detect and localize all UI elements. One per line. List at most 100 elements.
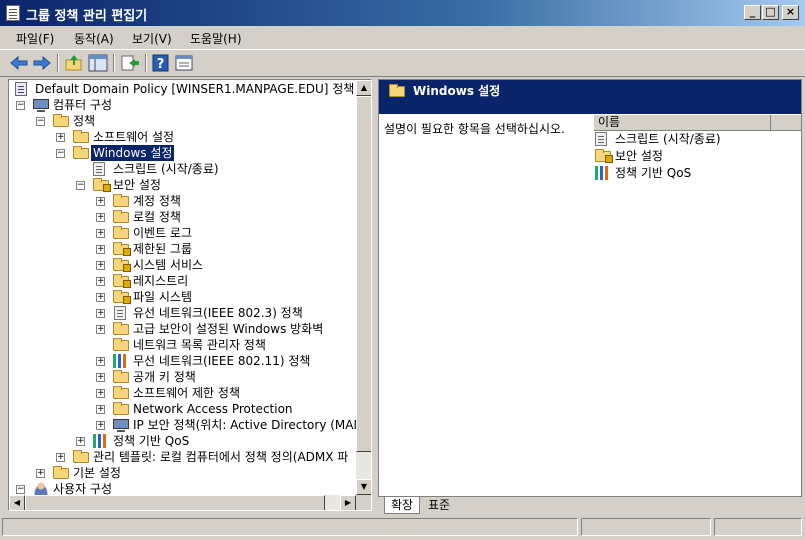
tree-item-admin-templates[interactable]: + 관리 템플릿: 로컬 컴퓨터에서 정책 정의(ADMX 파 (15, 449, 355, 465)
scroll-left-arrow-icon[interactable]: ◀ (9, 495, 25, 510)
tree-item-label: 레지스트리 (133, 274, 189, 288)
tree-item-label: Windows 설정 (89, 144, 176, 162)
expand-icon[interactable]: + (96, 213, 105, 222)
folder-icon (113, 338, 129, 351)
help-icon[interactable]: ? (150, 53, 172, 73)
menu-action[interactable]: 동작(A) (74, 30, 114, 47)
expand-icon[interactable]: + (96, 277, 105, 286)
scroll-down-arrow-icon[interactable]: ▼ (356, 479, 371, 495)
tree-item-root[interactable]: Default Domain Policy [WINSER1.MANPAGE.E… (15, 81, 355, 97)
expand-icon[interactable]: + (96, 309, 105, 318)
tree-item-system-services[interactable]: + 시스템 서비스 (15, 257, 355, 273)
column-header-name[interactable]: 이름 (593, 115, 771, 131)
collapse-icon[interactable]: − (16, 101, 25, 110)
security-folder-icon (113, 274, 131, 288)
tree-item-wired-network[interactable]: + 유선 네트워크(IEEE 802.3) 정책 (15, 305, 355, 321)
tree-horizontal-scrollbar[interactable]: ◀ ▶ (9, 495, 356, 510)
tree-item-windows-firewall[interactable]: + 고급 보안이 설정된 Windows 방화벽 (15, 321, 355, 337)
expand-icon[interactable]: + (56, 133, 65, 142)
list-item-label: 정책 기반 QoS (615, 166, 692, 180)
expand-icon[interactable]: + (96, 197, 105, 206)
folder-icon (113, 194, 129, 207)
collapse-icon[interactable]: − (76, 181, 85, 190)
collapse-icon[interactable]: − (36, 117, 45, 126)
tree-item-label: IP 보안 정책(위치: Active Directory (MAN (133, 418, 363, 432)
scroll-right-arrow-icon[interactable]: ▶ (340, 495, 356, 510)
tree-vertical-scrollbar[interactable]: ▲ ▼ (356, 80, 371, 495)
tree-item-software-restriction[interactable]: + 소프트웨어 제한 정책 (15, 385, 355, 401)
tree-item-event-log[interactable]: + 이벤트 로그 (15, 225, 355, 241)
tree-item-preferences[interactable]: + 기본 설정 (15, 465, 355, 481)
expand-icon[interactable]: + (96, 373, 105, 382)
folder-icon (73, 450, 89, 463)
tree-item-software-settings[interactable]: + 소프트웨어 설정 (15, 129, 355, 145)
minimize-button[interactable]: _ (744, 5, 761, 20)
expand-icon[interactable]: + (96, 421, 105, 430)
tree-item-public-key[interactable]: + 공개 키 정책 (15, 369, 355, 385)
back-icon[interactable] (8, 53, 30, 73)
maximize-button[interactable]: □ (762, 5, 779, 20)
tab-standard[interactable]: 표준 (422, 497, 456, 514)
tree-item-account-policies[interactable]: + 계정 정책 (15, 193, 355, 209)
security-folder-icon (93, 178, 111, 192)
show-hide-tree-icon[interactable] (87, 53, 109, 73)
ip-security-icon (113, 419, 129, 432)
scroll-thumb[interactable] (25, 495, 325, 510)
scroll-thumb[interactable] (356, 96, 371, 452)
tree-item-scripts[interactable]: 스크립트 (시작/종료) (15, 161, 355, 177)
expand-icon[interactable]: + (96, 325, 105, 334)
details-header: Windows 설정 (379, 80, 801, 114)
collapse-icon[interactable]: − (56, 149, 65, 158)
menu-file[interactable]: 파일(F) (16, 30, 54, 47)
tree-item-label: 이벤트 로그 (133, 226, 193, 240)
collapse-icon[interactable]: − (16, 485, 25, 494)
menu-help[interactable]: 도움말(H) (190, 30, 242, 47)
tree-item-label: 정책 기반 QoS (113, 434, 190, 448)
tree-item-nap[interactable]: + Network Access Protection (15, 401, 355, 417)
tree-item-windows-settings[interactable]: − Windows 설정 (15, 144, 355, 162)
tree-item-wireless-network[interactable]: + 무선 네트워크(IEEE 802.11) 정책 (15, 353, 355, 369)
tree-item-qos[interactable]: + 정책 기반 QoS (15, 433, 355, 449)
wireless-policy-icon (113, 354, 129, 368)
tree-item-local-policies[interactable]: + 로컬 정책 (15, 209, 355, 225)
tree-item-label: 로컬 정책 (133, 210, 181, 224)
forward-icon[interactable] (31, 53, 53, 73)
folder-icon (389, 84, 405, 97)
expand-icon[interactable]: + (96, 405, 105, 414)
folder-icon (53, 466, 69, 479)
folder-icon (113, 386, 129, 399)
tree-item-ip-security[interactable]: + IP 보안 정책(위치: Active Directory (MAN (15, 417, 362, 433)
close-button[interactable]: × (782, 5, 799, 20)
scroll-up-arrow-icon[interactable]: ▲ (356, 80, 371, 96)
tree-item-network-list-manager[interactable]: 네트워크 목록 관리자 정책 (15, 337, 355, 353)
expand-icon[interactable]: + (96, 261, 105, 270)
tree-item-file-system[interactable]: + 파일 시스템 (15, 289, 355, 305)
export-list-icon[interactable] (119, 53, 141, 73)
up-folder-icon[interactable] (63, 53, 85, 73)
folder-icon (73, 146, 89, 159)
security-folder-icon (113, 290, 131, 304)
view-tabs: 확장 표준 (378, 497, 802, 515)
status-cell-main (2, 518, 578, 536)
properties-icon[interactable] (173, 53, 195, 73)
tree-item-label: 소프트웨어 제한 정책 (133, 386, 240, 400)
tree-item-security-settings[interactable]: − 보안 설정 (15, 177, 355, 193)
expand-icon[interactable]: + (96, 229, 105, 238)
gpo-editor-app-icon (6, 5, 20, 21)
expand-icon[interactable]: + (96, 389, 105, 398)
menu-view[interactable]: 보기(V) (132, 30, 172, 47)
tree-item-label: 관리 템플릿: 로컬 컴퓨터에서 정책 정의(ADMX 파 (93, 450, 349, 464)
expand-icon[interactable]: + (76, 437, 85, 446)
expand-icon[interactable]: + (96, 357, 105, 366)
expand-icon[interactable]: + (36, 469, 45, 478)
tree-item-computer-config[interactable]: − 컴퓨터 구성 (15, 97, 355, 113)
toolbar-separator (145, 54, 147, 72)
expand-icon[interactable]: + (56, 453, 65, 462)
tree-item-restricted-groups[interactable]: + 제한된 그룹 (15, 241, 355, 257)
tree-item-registry[interactable]: + 레지스트리 (15, 273, 355, 289)
expand-icon[interactable]: + (96, 293, 105, 302)
tree-item-policies[interactable]: − 정책 (15, 113, 355, 129)
console-tree[interactable]: Default Domain Policy [WINSER1.MANPAGE.E… (8, 79, 372, 511)
tab-extended[interactable]: 확장 (384, 497, 421, 514)
expand-icon[interactable]: + (96, 245, 105, 254)
